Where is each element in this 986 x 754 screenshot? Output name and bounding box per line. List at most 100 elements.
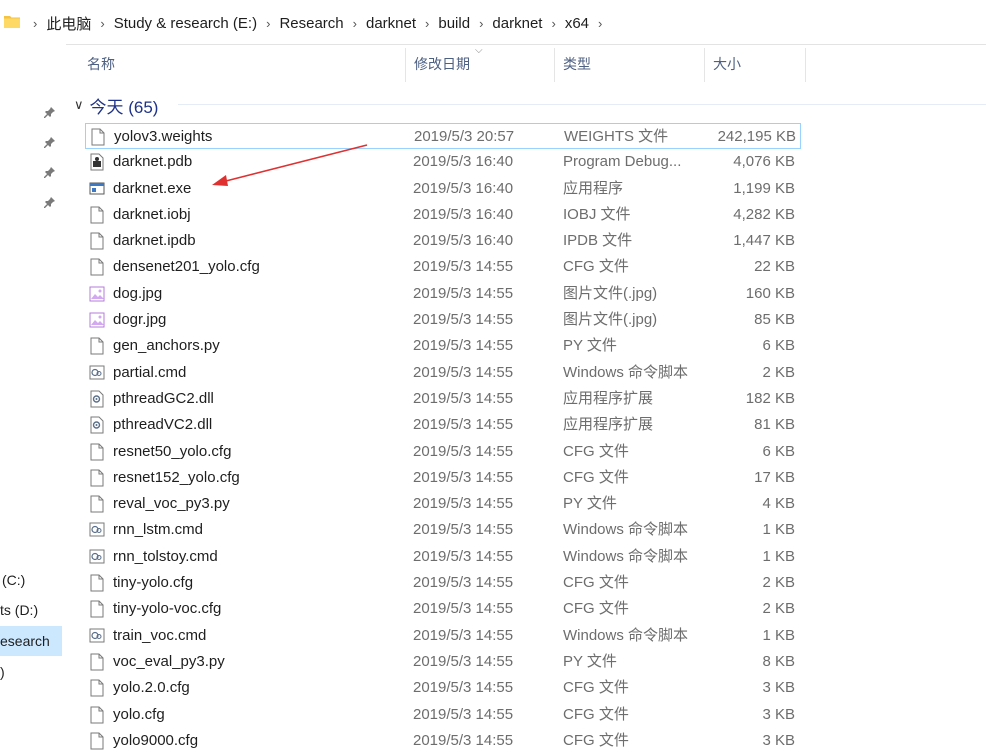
file-row[interactable]: gen_anchors.py 2019/5/3 14:55 PY 文件 6 KB: [85, 333, 986, 359]
pin-icon: [44, 167, 55, 178]
file-size: 182 KB: [745, 389, 795, 407]
breadcrumb-chevron-icon[interactable]: ›: [353, 16, 357, 31]
column-header-name[interactable]: 名称: [87, 44, 407, 84]
file-name: rnn_tolstoy.cmd: [113, 547, 218, 565]
file-row[interactable]: tiny-yolo.cfg 2019/5/3 14:55 CFG 文件 2 KB: [85, 570, 986, 596]
file-row[interactable]: dogr.jpg 2019/5/3 14:55 图片文件(.jpg) 85 KB: [85, 307, 986, 333]
file-row[interactable]: darknet.iobj 2019/5/3 16:40 IOBJ 文件 4,282 K…: [85, 202, 986, 228]
file-name: pthreadVC2.dll: [113, 416, 213, 434]
file-type: WEIGHTS 文件: [564, 128, 669, 145]
file-row[interactable]: resnet152_yolo.cfg 2019/5/3 14:55 CFG 文件 17…: [85, 465, 986, 491]
file-size: 2 KB: [762, 600, 795, 618]
file-name: darknet.iobj: [113, 205, 191, 223]
file-row[interactable]: rnn_tolstoy.cmd 2019/5/3 14:55 Windows 命令脚…: [85, 544, 986, 570]
breadcrumb-item[interactable]: Study & research (E:): [114, 15, 257, 32]
file-icon: [91, 128, 105, 146]
column-divider[interactable]: [805, 48, 806, 82]
file-row[interactable]: voc_eval_py3.py 2019/5/3 14:55 PY 文件 8 KB: [85, 649, 986, 675]
navigation-pane: (C:) ts (D:) esearch ): [0, 44, 66, 741]
file-row[interactable]: rnn_lstm.cmd 2019/5/3 14:55 Windows 命令脚本 1 …: [85, 517, 986, 543]
file-type: CFG 文件: [563, 574, 629, 592]
file-size: 85 KB: [754, 311, 795, 329]
file-date: 2019/5/3 14:55: [413, 600, 514, 618]
file-date: 2019/5/3 20:57: [414, 128, 515, 145]
file-row[interactable]: yolov3.weights 2019/5/3 20:57 WEIGHTS 文件 24…: [85, 123, 801, 150]
file-type: CFG 文件: [563, 705, 629, 723]
address-bar[interactable]: › 此电脑 › Study & research (E:) › Research › dark…: [0, 0, 986, 45]
file-type: Windows 命令脚本: [563, 521, 689, 539]
file-row[interactable]: partial.cmd 2019/5/3 14:55 Windows 命令脚本 2 K…: [85, 360, 986, 386]
group-label: 今天 (65): [89, 97, 159, 117]
file-name: darknet.ipdb: [113, 232, 196, 250]
nav-drive-e[interactable]: esearch: [0, 626, 62, 656]
breadcrumb-chevron-icon[interactable]: ›: [33, 16, 37, 31]
file-size: 160 KB: [745, 284, 795, 302]
column-divider[interactable]: [704, 48, 705, 82]
file-row[interactable]: yolo.cfg 2019/5/3 14:55 CFG 文件 3 KB: [85, 702, 986, 728]
file-size: 8 KB: [762, 652, 795, 670]
file-row[interactable]: darknet.exe 2019/5/3 16:40 应用程序 1,199 KB: [85, 176, 986, 202]
file-date: 2019/5/3 14:55: [413, 495, 514, 513]
breadcrumb-item[interactable]: Research: [279, 15, 343, 32]
file-name: reval_voc_py3.py: [113, 495, 230, 513]
file-name: yolo.cfg: [113, 705, 165, 723]
file-type: CFG 文件: [563, 442, 629, 460]
column-header-date-label: 修改日期: [414, 56, 470, 72]
file-row[interactable]: darknet.ipdb 2019/5/3 16:40 IPDB 文件 1,447 K…: [85, 228, 986, 254]
file-type: Windows 命令脚本: [563, 363, 689, 381]
file-row[interactable]: tiny-yolo-voc.cfg 2019/5/3 14:55 CFG 文件 2 K…: [85, 596, 986, 622]
chevron-down-icon: ∨: [74, 97, 84, 112]
file-name: partial.cmd: [113, 363, 187, 381]
nav-drive-c[interactable]: (C:): [2, 572, 66, 594]
column-header-date[interactable]: 修改日期: [414, 44, 552, 84]
file-size: 17 KB: [754, 468, 795, 486]
file-type: Program Debug...: [563, 153, 682, 171]
file-type: PY 文件: [563, 337, 617, 355]
breadcrumb-item[interactable]: darknet: [366, 15, 416, 32]
image-icon: [89, 312, 105, 328]
file-date: 2019/5/3 14:55: [413, 337, 514, 355]
file-row[interactable]: train_voc.cmd 2019/5/3 14:55 Windows 命令脚本 1…: [85, 623, 986, 649]
exe-icon: [89, 182, 105, 195]
breadcrumb-item[interactable]: x64: [565, 15, 589, 32]
file-row[interactable]: darknet.pdb 2019/5/3 16:40 Program Debug..…: [85, 149, 986, 175]
cmd-icon: [89, 628, 105, 643]
breadcrumb-chevron-icon[interactable]: ›: [551, 16, 555, 31]
breadcrumb-chevron-icon[interactable]: ›: [266, 16, 270, 31]
breadcrumb-item[interactable]: 此电脑: [46, 13, 91, 34]
file-row[interactable]: reval_voc_py3.py 2019/5/3 14:55 PY 文件 4 KB: [85, 491, 986, 517]
group-header-today[interactable]: ∨ 今天 (65): [74, 93, 158, 117]
breadcrumb-chevron-icon[interactable]: ›: [425, 16, 429, 31]
file-date: 2019/5/3 14:55: [413, 389, 514, 407]
file-date: 2019/5/3 14:55: [413, 284, 514, 302]
file-size: 3 KB: [762, 705, 795, 723]
file-row[interactable]: pthreadVC2.dll 2019/5/3 14:55 应用程序扩展 81 KB: [85, 412, 986, 438]
file-icon: [90, 443, 104, 461]
file-icon: [90, 706, 104, 724]
file-icon: [90, 232, 104, 250]
breadcrumb-item[interactable]: build: [438, 15, 470, 32]
file-row[interactable]: yolo.2.0.cfg 2019/5/3 14:55 CFG 文件 3 KB: [85, 675, 986, 701]
column-divider[interactable]: [554, 48, 555, 82]
breadcrumb-chevron-icon[interactable]: ›: [479, 16, 483, 31]
breadcrumb-chevron-icon[interactable]: ›: [598, 16, 602, 31]
file-row[interactable]: dog.jpg 2019/5/3 14:55 图片文件(.jpg) 160 KB: [85, 281, 986, 307]
column-header-size[interactable]: 大小: [713, 44, 803, 84]
file-type: CFG 文件: [563, 468, 629, 486]
column-header-type[interactable]: 类型: [563, 44, 703, 84]
pdb-icon: [90, 153, 104, 171]
file-icon: [90, 469, 104, 487]
file-row[interactable]: densenet201_yolo.cfg 2019/5/3 14:55 CFG 文件…: [85, 254, 986, 280]
file-type: IOBJ 文件: [563, 205, 631, 223]
file-name: tiny-yolo.cfg: [113, 574, 194, 592]
file-size: 242,195 KB: [717, 128, 796, 145]
nav-item-partial[interactable]: ): [0, 664, 20, 686]
column-divider[interactable]: [405, 48, 406, 82]
file-row[interactable]: pthreadGC2.dll 2019/5/3 14:55 应用程序扩展 182 KB: [85, 386, 986, 412]
file-size: 81 KB: [754, 416, 795, 434]
breadcrumb-chevron-icon[interactable]: ›: [100, 16, 104, 31]
file-row[interactable]: resnet50_yolo.cfg 2019/5/3 14:55 CFG 文件 6 K…: [85, 439, 986, 465]
breadcrumb-item[interactable]: darknet: [492, 15, 542, 32]
nav-drive-d[interactable]: ts (D:): [0, 602, 64, 624]
column-header-name-label: 名称: [87, 56, 115, 72]
